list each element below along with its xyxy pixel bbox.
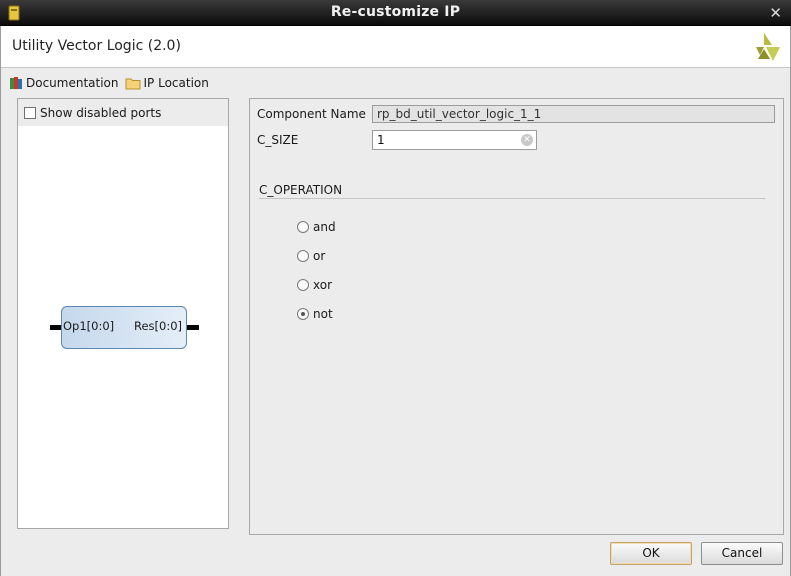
operation-option-not[interactable]: not: [297, 307, 333, 321]
c-size-input[interactable]: 1 ✕: [372, 130, 537, 150]
show-disabled-ports-label: Show disabled ports: [40, 105, 162, 120]
operation-option-or[interactable]: or: [297, 249, 325, 263]
output-pin: [187, 325, 199, 330]
radio-not[interactable]: [297, 308, 309, 320]
cancel-button[interactable]: Cancel: [701, 542, 783, 565]
documentation-label: Documentation: [26, 76, 119, 90]
window-titlebar: Re-customize IP ✕: [0, 0, 791, 26]
component-name-label: Component Name: [257, 107, 366, 121]
symbol-preview-panel: Show disabled ports Op1[0:0] Res[0:0]: [17, 98, 229, 529]
section-divider: [259, 198, 765, 199]
window-title: Re-customize IP: [330, 4, 461, 20]
component-name-row: Component Name rp_bd_util_vector_logic_1…: [257, 105, 775, 123]
show-disabled-ports-checkbox[interactable]: [24, 106, 36, 119]
operation-option-xor[interactable]: xor: [297, 278, 332, 292]
ip-location-link[interactable]: IP Location: [125, 76, 209, 90]
show-disabled-ports-row[interactable]: Show disabled ports: [18, 99, 228, 126]
c-size-value: 1: [377, 133, 385, 147]
c-size-label: C_SIZE: [257, 133, 299, 147]
ip-title: Utility Vector Logic (2.0): [12, 38, 181, 54]
component-name-field[interactable]: rp_bd_util_vector_logic_1_1: [372, 105, 775, 123]
output-port-label: Res[0:0]: [134, 319, 183, 333]
radio-or[interactable]: [297, 250, 309, 262]
configuration-panel: Component Name rp_bd_util_vector_logic_1…: [249, 98, 784, 535]
radio-and[interactable]: [297, 221, 309, 233]
ip-location-label: IP Location: [143, 76, 209, 90]
c-size-row: C_SIZE 1 ✕: [257, 130, 537, 150]
option-and-label: and: [313, 220, 336, 234]
radio-xor[interactable]: [297, 279, 309, 291]
option-not-label: not: [313, 307, 333, 321]
operation-option-and[interactable]: and: [297, 220, 336, 234]
c-operation-label: C_OPERATION: [259, 183, 343, 197]
dialog-body: Utility Vector Logic (2.0) Documentation…: [0, 26, 791, 576]
xilinx-logo-icon: [756, 33, 780, 61]
close-icon[interactable]: ✕: [769, 4, 782, 22]
clear-icon[interactable]: ✕: [521, 134, 533, 146]
folder-icon: [125, 78, 141, 90]
link-bar: Documentation IP Location: [9, 74, 215, 92]
option-xor-label: xor: [313, 278, 333, 292]
ok-button[interactable]: OK: [610, 542, 692, 565]
ip-header: Utility Vector Logic (2.0): [1, 26, 790, 68]
book-icon: [10, 77, 22, 89]
option-or-label: or: [313, 249, 326, 263]
documentation-link[interactable]: Documentation: [9, 76, 119, 90]
input-port-label: Op1[0:0]: [63, 319, 115, 333]
